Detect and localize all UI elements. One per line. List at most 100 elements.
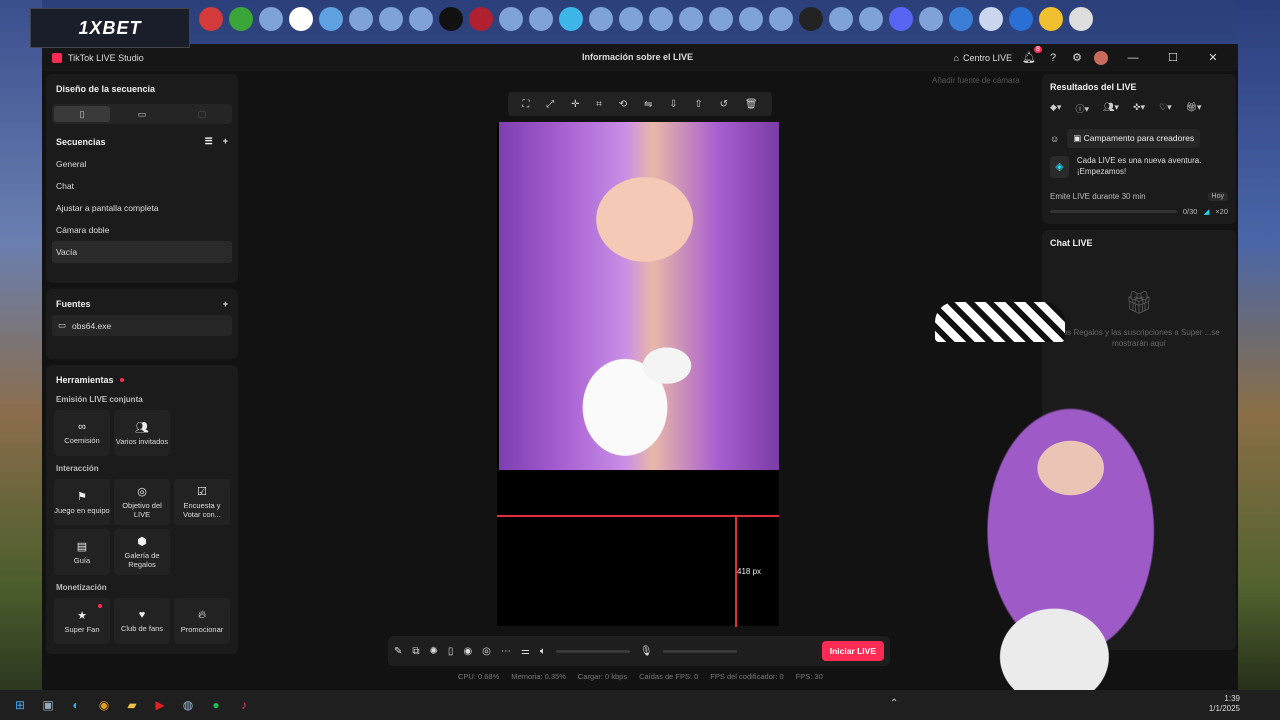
chrome-icon[interactable]: ◉ <box>94 695 114 715</box>
sequence-item[interactable]: Chat <box>52 175 232 197</box>
tiktok-icon[interactable]: ♪ <box>234 695 254 715</box>
tool-users[interactable]: 👥︎ Varios invitados <box>114 410 170 456</box>
live-info-title[interactable]: Información sobre el LIVE <box>582 52 693 62</box>
app-icon[interactable] <box>1006 4 1036 34</box>
app-icon[interactable] <box>766 4 796 34</box>
flip-horizontal-icon[interactable]: ⇋ <box>644 99 652 110</box>
layer-up-icon[interactable]: ⇧ <box>694 99 702 110</box>
capcut-icon[interactable] <box>286 4 316 34</box>
mic-icon[interactable]: 🎙︎ <box>640 646 653 657</box>
rotate-icon[interactable]: ⟲ <box>619 99 627 110</box>
creator-camp-button[interactable]: ▣ Campamento para creadores <box>1067 129 1201 148</box>
camera-icon[interactable]: ◎ <box>482 646 491 657</box>
avatar[interactable] <box>1094 50 1108 65</box>
go-live-button[interactable]: Iniciar LIVE <box>821 641 884 661</box>
x-app-icon[interactable] <box>196 4 226 34</box>
source-item[interactable]: ▭ obs64.exe <box>52 315 232 336</box>
close-button[interactable]: ✕ <box>1198 51 1228 64</box>
tool-gift-gallery[interactable]: ⬢ Galería de Regalos <box>114 529 170 575</box>
phone-icon[interactable]: ▯ <box>448 646 454 657</box>
center-icon[interactable]: ✛ <box>571 99 579 110</box>
effects-icon[interactable]: ✺ <box>430 646 438 657</box>
diamond-icon[interactable] <box>556 4 586 34</box>
valorant-icon[interactable] <box>466 4 496 34</box>
fc26-icon[interactable] <box>436 4 466 34</box>
maximize-button[interactable]: ☐ <box>1158 51 1188 64</box>
new-followers-metric-icon[interactable]: ✜▾ <box>1133 102 1145 115</box>
app-icon[interactable] <box>526 4 556 34</box>
app-icon[interactable] <box>376 4 406 34</box>
speaker-volume-slider[interactable] <box>555 649 630 653</box>
delete-icon[interactable]: 🗑︎ <box>745 99 758 110</box>
add-camera-source[interactable]: Añadir fuente de cámara <box>932 76 1020 85</box>
app-icon[interactable] <box>256 4 286 34</box>
app-icon[interactable] <box>826 4 856 34</box>
tool-team[interactable]: ⚑ Juego en equipo <box>54 479 110 525</box>
more-icon[interactable]: ⋯ <box>501 646 511 657</box>
undo-icon[interactable]: ↺ <box>720 99 728 110</box>
app-icon[interactable] <box>856 4 886 34</box>
youtube-icon[interactable]: ▶ <box>150 695 170 715</box>
tool-flame[interactable]: 🔥︎ Promocionar <box>174 598 230 644</box>
app-icon[interactable] <box>736 4 766 34</box>
add-source-icon[interactable]: + <box>223 299 228 309</box>
vscode-icon[interactable] <box>946 4 976 34</box>
app-icon[interactable] <box>346 4 376 34</box>
tool-guide[interactable]: ▤ Guía <box>54 529 110 575</box>
recycle-bin-icon[interactable] <box>1066 4 1096 34</box>
portrait-layout-button[interactable]: ▯ <box>54 106 110 122</box>
sequence-item[interactable]: General <box>52 153 232 175</box>
app-icon[interactable] <box>916 4 946 34</box>
windows-start-icon[interactable]: ⊞ <box>10 695 30 715</box>
app-icon[interactable] <box>646 4 676 34</box>
coin-metric-icon[interactable]: ⓘ▾ <box>1075 102 1089 115</box>
viewers-metric-icon[interactable]: 👥︎▾ <box>1103 102 1119 115</box>
diamond-metric-icon[interactable]: ◆▾ <box>1050 102 1061 115</box>
app-icon[interactable] <box>676 4 706 34</box>
magic-icon[interactable]: ✎ <box>394 646 402 657</box>
help-icon[interactable]: ? <box>1046 51 1060 65</box>
bell-icon[interactable]: 🔔︎ 8 <box>1022 45 1042 65</box>
add-sequence-icon[interactable]: + <box>223 136 228 147</box>
discord-icon[interactable] <box>886 4 916 34</box>
gear-icon[interactable]: ⚙ <box>1070 51 1084 65</box>
fit-icon[interactable]: ⤢ <box>546 99 554 110</box>
select-icon[interactable]: ⛶ <box>522 99 529 110</box>
mic-volume-slider[interactable] <box>662 649 737 653</box>
scene-icon[interactable]: ⧉ <box>412 646 419 657</box>
obs-icon[interactable] <box>796 4 826 34</box>
app-icon[interactable] <box>586 4 616 34</box>
app-icon[interactable] <box>706 4 736 34</box>
record-icon[interactable]: ◉ <box>463 646 472 657</box>
folder-icon[interactable]: ▰ <box>122 695 142 715</box>
tool-link[interactable]: ∞ Coemisión <box>54 410 110 456</box>
speaker-icon[interactable]: 🔈︎ <box>540 646 546 657</box>
centro-live-button[interactable]: ⌂ Centro LIVE <box>954 53 1012 63</box>
dual-layout-button[interactable]: ▢ <box>174 106 230 122</box>
tool-target[interactable]: ◎ Objetivo del LIVE <box>114 479 170 525</box>
tool-poll[interactable]: ☑ Encuesta y Votar con... <box>174 479 230 525</box>
system-clock[interactable]: 1:39 1/1/2025 <box>1209 694 1240 715</box>
likes-metric-icon[interactable]: ♡▾ <box>1159 102 1172 115</box>
sequence-item[interactable]: Ajustar a pantalla completa <box>52 197 232 219</box>
spotify-icon[interactable]: ● <box>206 695 226 715</box>
tool-heart[interactable]: ♥ Club de fans <box>114 598 170 644</box>
minimize-button[interactable]: — <box>1118 52 1148 64</box>
layer-down-icon[interactable]: ⇩ <box>669 99 677 110</box>
crop-icon[interactable]: ⌗ <box>596 99 602 110</box>
list-icon[interactable]: ☰ <box>205 136 213 147</box>
game-icon[interactable] <box>226 4 256 34</box>
brand-logo[interactable]: 1XBET <box>30 8 190 48</box>
settings-sliders-icon[interactable]: ⚌ <box>521 646 530 657</box>
app-icon[interactable]: ▣ <box>38 695 58 715</box>
help-icon[interactable] <box>316 4 346 34</box>
steam-icon[interactable]: ◍ <box>178 695 198 715</box>
tray-chevron-icon[interactable]: ⌃ <box>890 698 898 709</box>
app-icon[interactable] <box>1036 4 1066 34</box>
app-icon[interactable] <box>616 4 646 34</box>
tool-star[interactable]: ★ Super Fan <box>54 598 110 644</box>
edge-icon[interactable]: ◐ <box>66 695 86 715</box>
landscape-layout-button[interactable]: ▭ <box>114 106 170 122</box>
app-icon[interactable] <box>406 4 436 34</box>
gifts-metric-icon[interactable]: 🎁︎▾ <box>1186 102 1202 115</box>
